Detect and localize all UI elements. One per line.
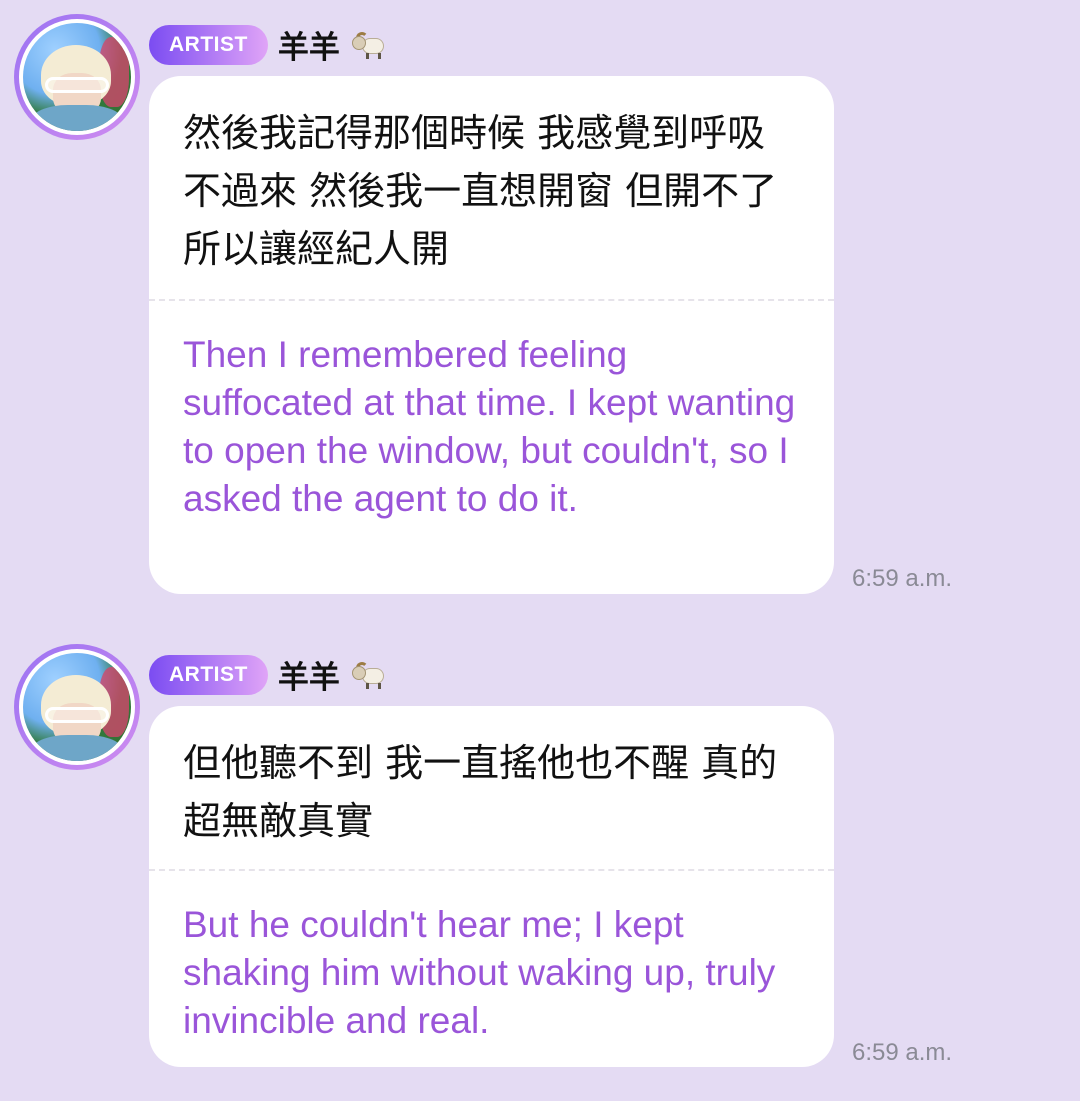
message-bubble[interactable]: 然後我記得那個時候 我感覺到呼吸不過來 然後我一直想開窗 但開不了 所以讓經紀人…: [149, 76, 834, 594]
artist-badge: ARTIST: [149, 654, 268, 695]
sender-name: 羊羊: [277, 660, 340, 696]
message-header: ARTIST 羊羊: [149, 652, 386, 697]
translation-text: But he couldn't hear me; I kept shaking …: [183, 904, 776, 1041]
message-bubble[interactable]: 但他聽不到 我一直搖他也不醒 真的超無敵真實 But he couldn't h…: [149, 706, 834, 1067]
message-header: ARTIST 羊羊: [149, 22, 386, 67]
avatar[interactable]: [14, 644, 140, 770]
avatar-photo: [23, 653, 131, 761]
original-text: 但他聽不到 我一直搖他也不醒 真的超無敵真實: [183, 741, 778, 843]
avatar-photo: [23, 23, 131, 131]
ram-icon: [351, 660, 386, 690]
ram-icon: [351, 30, 386, 60]
message-time: 6:59 a.m.: [852, 565, 953, 592]
translation-text: Then I remembered feeling suffocated at …: [183, 334, 796, 519]
avatar[interactable]: [14, 14, 140, 140]
original-text: 然後我記得那個時候 我感覺到呼吸不過來 然後我一直想開窗 但開不了 所以讓經紀人…: [183, 111, 778, 271]
sender-name: 羊羊: [277, 30, 340, 66]
message-time: 6:59 a.m.: [852, 1039, 953, 1066]
artist-badge: ARTIST: [149, 24, 268, 65]
